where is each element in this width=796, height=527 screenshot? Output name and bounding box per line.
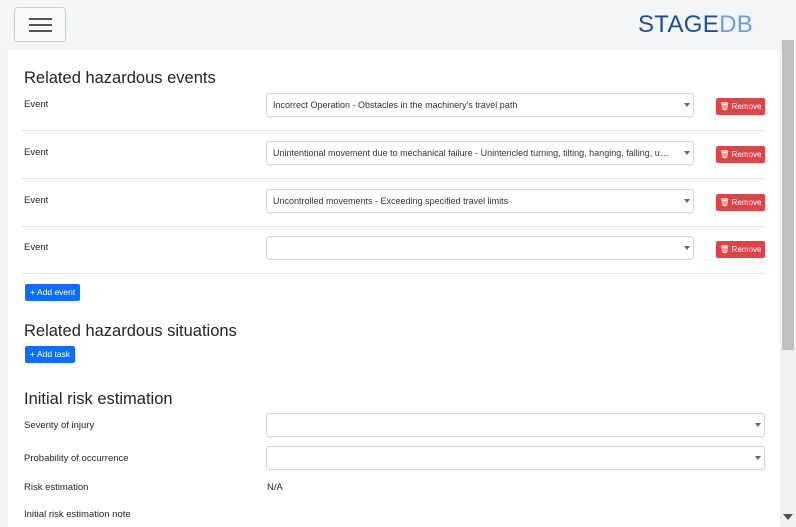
risk-section-title: Initial risk estimation: [24, 390, 173, 408]
remove-event-button[interactable]: 🗑 Remove: [716, 194, 765, 211]
severity-select[interactable]: [266, 413, 765, 437]
event-select[interactable]: [266, 236, 694, 260]
chevron-down-icon: [755, 423, 761, 427]
trash-icon: 🗑: [719, 198, 730, 207]
divider: [22, 273, 766, 274]
scrollbar-thumb[interactable]: [782, 40, 794, 350]
menu-toggle-button[interactable]: [14, 7, 66, 42]
event-label: Event: [24, 99, 49, 110]
probability-label: Probability of occurrence: [24, 453, 129, 464]
plus-icon: +: [30, 349, 35, 359]
events-section-title: Related hazardous events: [24, 69, 216, 87]
situations-section-title: Related hazardous situations: [24, 322, 237, 340]
chevron-down-icon: [684, 199, 690, 203]
event-select[interactable]: Unintentional movement due to mechanical…: [266, 141, 694, 165]
event-label: Event: [24, 147, 49, 158]
risk-estimation-label: Risk estimation: [24, 482, 89, 493]
chevron-down-icon: [684, 246, 690, 250]
brand-part-2: DB: [719, 11, 754, 38]
scroll-down-icon[interactable]: [783, 514, 793, 520]
brand-logo[interactable]: STAGEDB: [638, 11, 753, 39]
remove-event-button[interactable]: 🗑 Remove: [716, 241, 765, 258]
remove-event-button[interactable]: 🗑 Remove: [716, 146, 765, 163]
chevron-down-icon: [684, 103, 690, 107]
divider: [22, 178, 766, 179]
event-select[interactable]: Incorrect Operation - Obstacles in the m…: [266, 93, 694, 117]
brand-part-1: STAGE: [638, 11, 720, 38]
add-event-button[interactable]: + Add event: [25, 284, 81, 301]
chevron-down-icon: [755, 456, 761, 460]
trash-icon: 🗑: [719, 150, 730, 159]
event-label: Event: [24, 242, 49, 253]
add-task-button[interactable]: + Add task: [25, 346, 76, 363]
trash-icon: 🗑: [719, 102, 730, 111]
severity-label: Severity of injury: [24, 420, 95, 431]
chevron-down-icon: [684, 151, 690, 155]
divider: [22, 130, 766, 131]
hamburger-icon: [29, 18, 52, 20]
event-select[interactable]: Uncontrolled movements - Exceeding speci…: [266, 189, 694, 213]
risk-note-label: Initial risk estimation note: [24, 509, 131, 520]
trash-icon: 🗑: [719, 245, 730, 254]
divider: [22, 226, 766, 227]
top-navbar: STAGEDB: [0, 0, 796, 50]
remove-event-button[interactable]: 🗑 Remove: [716, 98, 765, 115]
probability-select[interactable]: [266, 446, 765, 470]
event-label: Event: [24, 195, 49, 206]
plus-icon: +: [30, 287, 35, 297]
risk-estimation-value: N/A: [267, 482, 283, 493]
